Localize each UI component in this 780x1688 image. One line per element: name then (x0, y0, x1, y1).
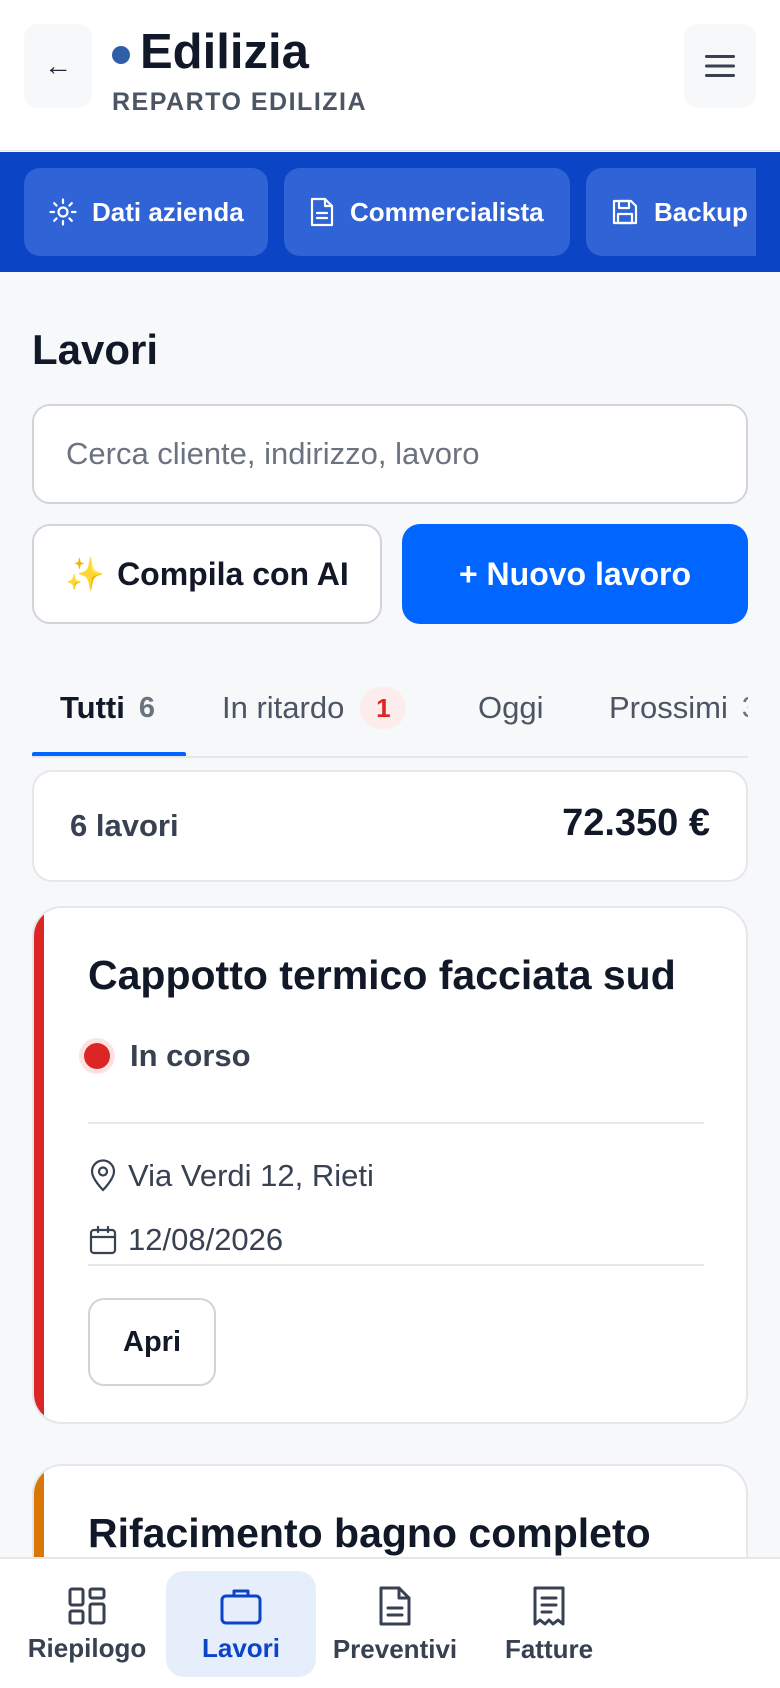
nav-invoices[interactable]: Fatture (482, 1571, 616, 1677)
tab-all-count: 6 (138, 691, 155, 724)
job-title: Rifacimento bagno completo (88, 1510, 651, 1556)
search-input[interactable] (32, 404, 748, 504)
job-date-text: 12/08/2026 (128, 1222, 284, 1257)
nav-quotes[interactable]: Preventivi (322, 1571, 468, 1677)
tab-upcoming-count: 3 (742, 692, 748, 725)
filter-tabs: Tutti 6 In ritardo 1 Oggi Prossimi 3 (32, 660, 748, 758)
hamburger-menu-icon (705, 55, 735, 77)
tab-all-label: Tutti (60, 690, 125, 725)
job-title: Cappotto termico facciata sud (88, 952, 676, 998)
scroll-fade (756, 152, 780, 272)
app-header: ← Edilizia REPARTO EDILIZIA (0, 0, 780, 151)
jobs-total: 72.350 € (562, 802, 710, 844)
tab-late-label: In ritardo (222, 690, 345, 725)
tab-late[interactable]: In ritardo 1 (222, 660, 407, 756)
job-status: In corso (84, 1038, 251, 1074)
tab-today-label: Oggi (478, 690, 544, 725)
quick-actions-bar: Dati azienda Commercialista Backup (0, 152, 780, 272)
jobs-summary: 6 lavori 72.350 € (32, 770, 748, 882)
nav-jobs[interactable]: Lavori (166, 1571, 316, 1677)
nav-jobs-label: Lavori (201, 1632, 281, 1663)
tab-upcoming[interactable]: Prossimi 3 (609, 660, 748, 756)
job-date: 12/08/2026 (88, 1222, 283, 1258)
receipt-icon (533, 1586, 565, 1625)
tab-upcoming-label: Prossimi (609, 690, 728, 725)
nav-summary-label: Riepilogo (27, 1632, 147, 1663)
ai-fill-label: Compila con AI (117, 555, 349, 592)
new-job-label: + Nuovo lavoro (458, 555, 692, 592)
department-dot-icon (112, 46, 130, 64)
title-row: Edilizia (112, 22, 309, 82)
open-job-button[interactable]: Apri (88, 1298, 216, 1386)
ai-fill-button[interactable]: ✨ Compila con AI (32, 524, 382, 624)
tab-late-badge: 1 (360, 687, 407, 729)
sparkles-icon: ✨ (65, 556, 106, 592)
new-job-button[interactable]: + Nuovo lavoro (402, 524, 748, 624)
divider (88, 1264, 704, 1266)
tab-all[interactable]: Tutti 6 (60, 660, 155, 756)
company-data-label: Dati azienda (92, 196, 244, 227)
calendar-icon (89, 1225, 117, 1255)
nav-quotes-label: Preventivi (332, 1633, 458, 1664)
back-button[interactable]: ← (24, 24, 92, 108)
back-arrow-icon: ← (44, 50, 72, 81)
job-address: Via Verdi 12, Rieti (88, 1158, 374, 1194)
briefcase-icon (220, 1589, 262, 1624)
active-tab-indicator (32, 752, 186, 756)
job-card: Cappotto termico facciata sud In corso V… (32, 906, 748, 1424)
document-icon (310, 197, 334, 227)
page-title: Edilizia (140, 25, 309, 79)
nav-summary[interactable]: Riepilogo (14, 1571, 160, 1677)
page-subtitle: REPARTO EDILIZIA (112, 88, 368, 116)
accountant-label: Commercialista (350, 196, 544, 227)
nav-invoices-label: Fatture (504, 1633, 594, 1664)
job-status-label: In corso (130, 1038, 251, 1073)
menu-button[interactable] (684, 24, 756, 108)
dashboard-icon (68, 1587, 106, 1624)
job-address-text: Via Verdi 12, Rieti (128, 1158, 374, 1193)
document-icon (379, 1586, 411, 1625)
backup-label: Backup (654, 196, 748, 227)
section-title: Lavori (32, 326, 159, 373)
tab-today[interactable]: Oggi (478, 660, 543, 756)
jobs-count: 6 lavori (70, 808, 179, 843)
gear-icon (49, 198, 77, 226)
divider (88, 1122, 704, 1124)
status-dot-icon (84, 1043, 110, 1069)
job-status-accent (34, 908, 44, 1422)
backup-button[interactable]: Backup (586, 168, 780, 256)
company-data-button[interactable]: Dati azienda (24, 168, 268, 256)
bottom-navigation: Riepilogo Lavori Preventivi Fatture (0, 1557, 780, 1688)
location-pin-icon (90, 1159, 116, 1192)
accountant-button[interactable]: Commercialista (284, 168, 570, 256)
save-icon (612, 199, 638, 225)
